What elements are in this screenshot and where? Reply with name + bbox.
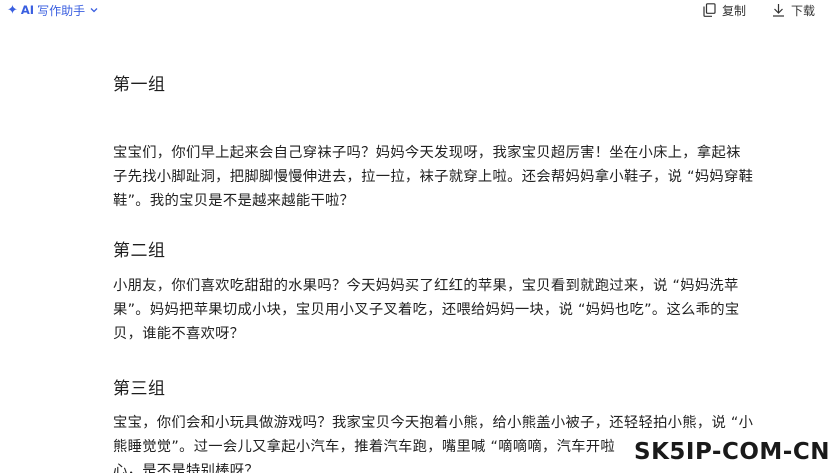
ai-writing-assistant-button[interactable]: ✦ AI 写作助手 — [7, 1, 98, 19]
section-heading-3: 第三组 — [113, 379, 166, 399]
top-toolbar: ✦ AI 写作助手 复制 下载 — [0, 0, 840, 22]
copy-icon — [703, 3, 716, 17]
paragraph-line: 贝，谁能不喜欢呀？ — [113, 326, 245, 342]
copy-button[interactable]: 复制 — [703, 1, 746, 19]
section-heading-2: 第二组 — [113, 241, 166, 261]
download-icon — [773, 4, 784, 17]
paragraph-line: 果”。妈妈把苹果切成小块，宝贝用小叉子叉着吃，还喂给妈妈一块，说 “妈妈也吃”。… — [113, 302, 740, 318]
ai-tag: AI — [20, 3, 35, 17]
watermark: SK5IP-COM-CN — [632, 438, 840, 473]
paragraph-line: 宝宝，你们会和小玩具做游戏吗？我家宝贝今天抱着小熊，给小熊盖小被子，还轻轻拍小熊… — [113, 415, 754, 431]
sparkle-icon: ✦ — [7, 2, 18, 18]
section-paragraph-1: 宝宝们，你们早上起来会自己穿袜子吗？妈妈今天发现呀，我家宝贝超厉害！坐在小床上，… — [113, 141, 785, 213]
chevron-down-icon — [90, 8, 98, 13]
paragraph-line: 宝宝们，你们早上起来会自己穿袜子吗？妈妈今天发现呀，我家宝贝超厉害！坐在小床上，… — [113, 145, 741, 161]
copy-label: 复制 — [722, 3, 747, 18]
download-label: 下载 — [791, 3, 816, 18]
watermark-text: SK5IP-COM-CN — [634, 439, 830, 465]
paragraph-line: 小朋友，你们喜欢吃甜甜的水果吗？今天妈妈买了红红的苹果，宝贝看到就跑过来，说 “… — [113, 278, 739, 294]
download-button[interactable]: 下载 — [772, 1, 815, 19]
section-paragraph-2: 小朋友，你们喜欢吃甜甜的水果吗？今天妈妈买了红红的苹果，宝贝看到就跑过来，说 “… — [113, 274, 785, 346]
section-heading-1: 第一组 — [113, 75, 166, 95]
paragraph-line: 鞋”。我的宝贝是不是越来越能干啦？ — [113, 193, 355, 209]
ai-assistant-label: 写作助手 — [37, 3, 86, 18]
paragraph-line: 子先找小脚趾洞，把脚脚慢慢伸进去，拉一拉，袜子就穿上啦。还会帮妈妈拿小鞋子，说 … — [113, 169, 754, 185]
